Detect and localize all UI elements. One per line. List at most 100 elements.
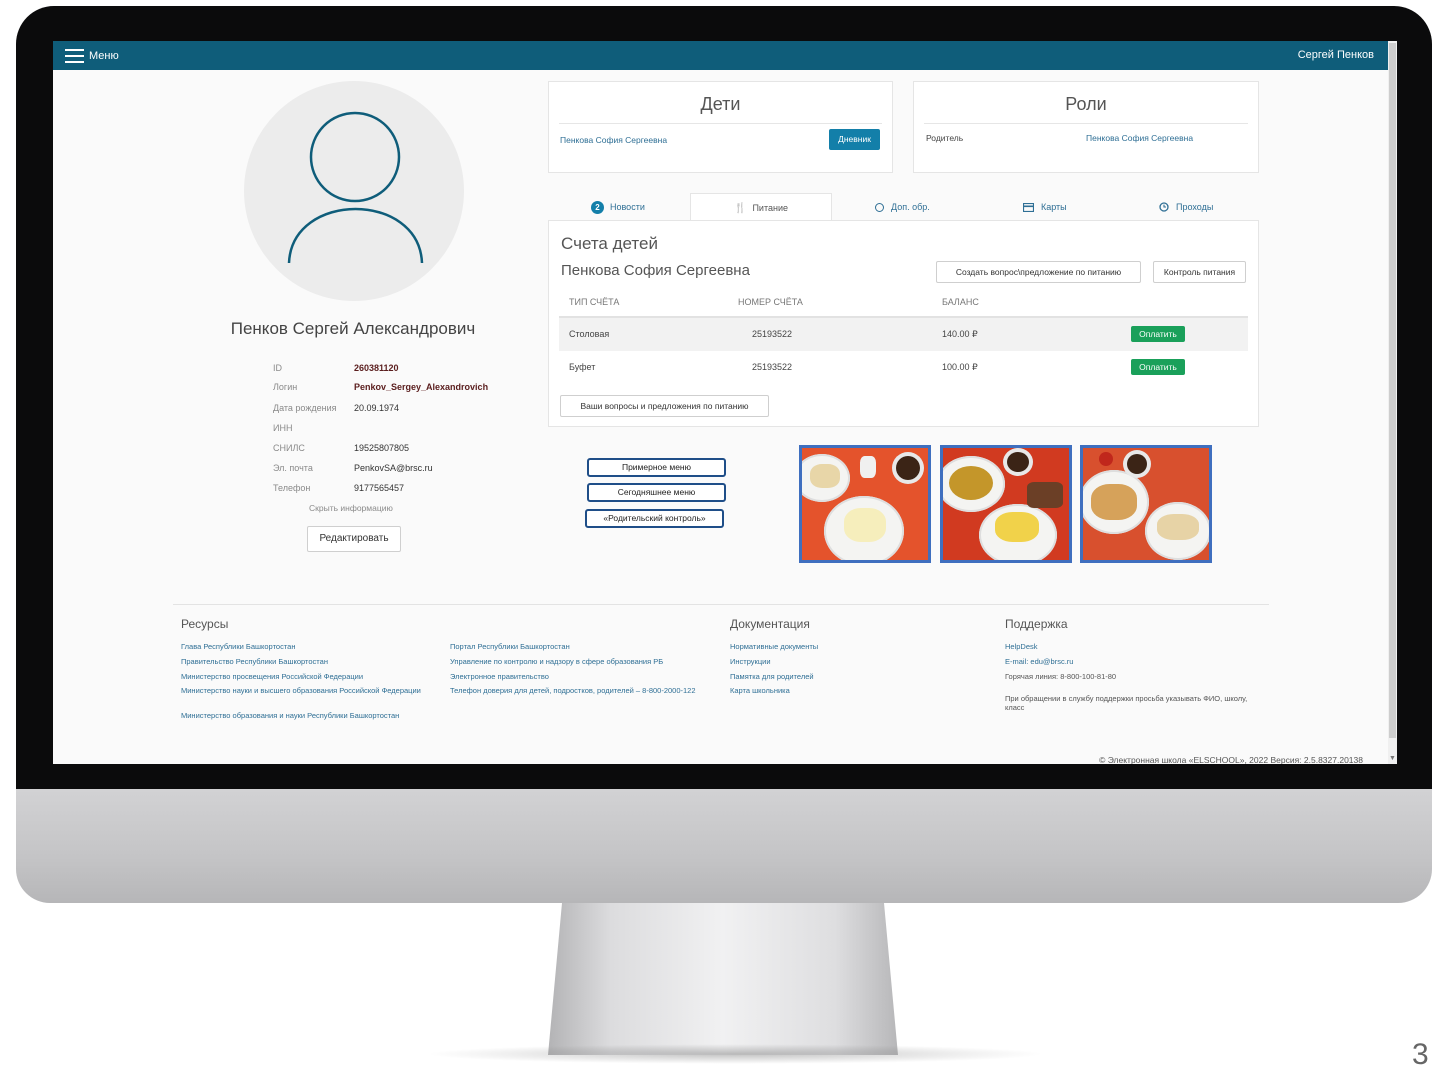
profile-full-name: Пенков Сергей Александрович [230,319,476,338]
tab-label: Новости [610,202,645,212]
stand-shadow [425,1044,1045,1064]
account-balance: 140.00 ₽ [942,329,978,339]
tabs: 2 Новости 🍴 Питание Доп. обр. Карты Прох… [548,193,1257,222]
hide-info-link[interactable]: Скрыть информацию [309,503,393,513]
footer-link[interactable]: Карта школьника [730,686,790,695]
info-label: ИНН [273,423,293,433]
user-name-link[interactable]: Сергей Пенков [1298,49,1374,61]
info-label: СНИЛС [273,443,305,453]
divider [924,123,1248,124]
footer-link[interactable]: Памятка для родителей [730,672,814,681]
screen: Меню Сергей Пенков ▼ Пенков Сергей Алекс… [53,41,1397,764]
fork-knife-icon: 🍴 [734,202,747,214]
column-header: ТИП СЧЁТА [569,297,620,307]
footer-link[interactable]: Министерство просвещения Российской Феде… [181,672,363,681]
slide-number: 3 [1412,1038,1429,1071]
support-hotline: Горячая линия: 8-800-100-81-80 [1005,672,1117,681]
info-value: PenkovSA@brsc.ru [354,463,433,473]
scrollbar[interactable]: ▼ [1388,41,1397,764]
footer-link[interactable]: Электронное правительство [450,672,549,681]
footer-link[interactable]: Управление по контролю и надзору в сфере… [450,657,663,666]
diary-button[interactable]: Дневник [829,129,880,150]
info-label: Логин [273,382,298,392]
footer-resources-title: Ресурсы [181,617,229,631]
my-questions-button[interactable]: Ваши вопросы и предложения по питанию [560,395,769,417]
accounts-panel: Счета детей Пенкова София Сергеевна Созд… [548,220,1259,427]
info-value: 9177565457 [354,483,405,493]
pay-button[interactable]: Оплатить [1131,326,1185,342]
tab-label: Питание [752,203,788,213]
account-balance: 100.00 ₽ [942,362,978,372]
footer-link[interactable]: Телефон доверия для детей, подростков, р… [450,686,712,695]
today-menu-button[interactable]: Сегодняшнее меню [587,483,726,502]
divider [559,123,882,124]
tab-passes[interactable]: Проходы [1159,193,1213,221]
top-bar: Меню Сергей Пенков [53,41,1388,70]
tab-label: Доп. обр. [891,202,930,212]
footer-link[interactable]: Нормативные документы [730,642,818,651]
menu-button[interactable]: Меню [65,47,119,65]
tab-label: Проходы [1176,202,1214,212]
info-value: 260381120 [354,363,399,373]
hamburger-icon [65,48,84,64]
tab-label: Карты [1041,202,1067,212]
info-value: 20.09.1974 [354,403,400,413]
food-control-button[interactable]: Контроль питания [1153,261,1246,283]
create-question-button[interactable]: Создать вопрос\предложение по питанию [936,261,1141,283]
food-photo[interactable] [1080,445,1212,563]
footer-link[interactable]: Глава Республики Башкортостан [181,642,296,651]
footer-link[interactable]: Министерство образования и науки Республ… [181,711,399,720]
table-row: Буфет 25193522 100.00 ₽ Оплатить [559,351,1248,384]
child-name-link[interactable]: Пенкова София Сергеевна [560,135,667,145]
children-card-title: Дети [700,94,741,114]
pay-button[interactable]: Оплатить [1131,359,1185,375]
accounts-title: Счета детей [561,234,658,253]
scroll-down-icon[interactable]: ▼ [1389,755,1396,762]
info-label: Дата рождения [273,403,337,413]
column-header: НОМЕР СЧЁТА [738,297,803,307]
scrollbar-thumb[interactable] [1389,43,1396,738]
tab-food[interactable]: 🍴 Питание [690,193,832,222]
edit-button[interactable]: Редактировать [307,526,401,552]
roles-card: Роли Родитель Пенкова София Сергеевна [913,81,1259,173]
clock-icon [1159,202,1169,212]
parent-control-button[interactable]: «Родительский контроль» [585,509,724,528]
account-number: 25193522 [752,329,793,339]
monitor-chin [16,789,1432,903]
news-count-badge: 2 [591,200,604,214]
card-icon [1023,202,1034,212]
tab-cards[interactable]: Карты [1023,193,1067,221]
info-value: Penkov_Sergey_Alexandrovich [354,382,489,392]
footer-support-title: Поддержка [1005,617,1068,631]
user-avatar [244,81,464,301]
column-header: БАЛАНС [942,297,979,307]
info-label: ID [273,363,282,373]
user-avatar-icon [287,111,424,264]
food-photo[interactable] [940,445,1072,563]
account-number: 25193522 [752,362,793,372]
footer-link[interactable]: Правительство Республики Башкортостан [181,657,328,666]
footer-docs-title: Документация [730,617,810,631]
footer-link[interactable]: Портал Республики Башкортостан [450,642,570,651]
sample-menu-button[interactable]: Примерное меню [587,458,726,477]
support-email-link[interactable]: E-mail: edu@brsc.ru [1005,657,1073,666]
tab-extra-education[interactable]: Доп. обр. [875,193,930,221]
children-card: Дети Пенкова София Сергеевна Дневник [548,81,893,173]
roles-card-title: Роли [1065,94,1107,114]
info-label: Телефон [273,483,311,493]
info-label: Эл. почта [273,463,313,473]
footer-link[interactable]: Министерство науки и высшего образования… [181,686,421,695]
food-photo[interactable] [799,445,931,563]
footer-divider [173,604,1269,605]
info-value: 19525807805 [354,443,410,453]
circle-icon [875,202,884,212]
monitor-stand [548,903,898,1055]
tab-news[interactable]: 2 Новости [591,193,645,221]
role-label: Родитель [926,133,964,143]
role-child-link[interactable]: Пенкова София Сергеевна [1086,133,1193,143]
menu-label: Меню [89,50,119,62]
support-note: При обращении в службу поддержки просьба… [1005,694,1248,712]
footer-link[interactable]: Инструкции [730,657,771,666]
helpdesk-link[interactable]: HelpDesk [1005,642,1038,651]
account-type: Столовая [569,329,610,339]
